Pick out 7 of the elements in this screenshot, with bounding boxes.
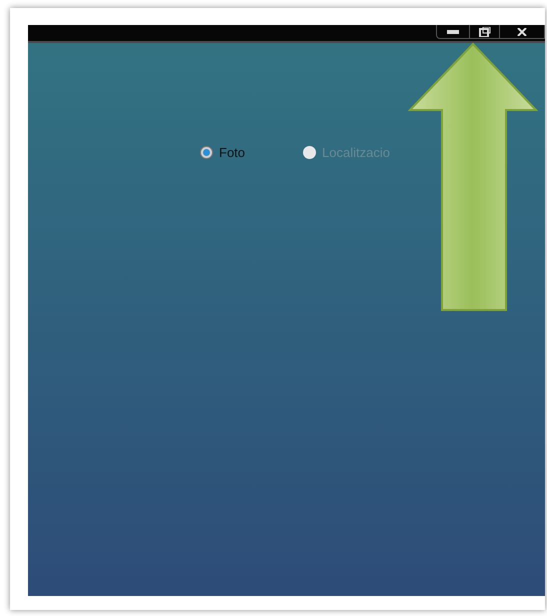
radio-button[interactable] [200, 146, 213, 160]
arrow-icon [408, 42, 538, 314]
restore-icon [478, 26, 490, 36]
option-label: Foto [219, 144, 246, 162]
close-icon [517, 28, 527, 36]
option-label: Localitzacio [322, 144, 390, 162]
minimize-icon [447, 30, 459, 34]
